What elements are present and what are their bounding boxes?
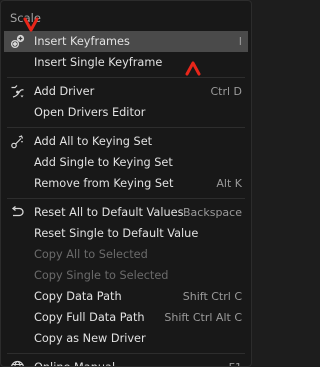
menu-item-copy-data-path[interactable]: Copy Data Path Shift Ctrl C bbox=[1, 286, 251, 307]
menu-item-insert-single-keyframe[interactable]: Insert Single Keyframe bbox=[1, 52, 251, 73]
menu-item-label: Add Single to Keying Set bbox=[34, 156, 173, 169]
driver-icon bbox=[10, 84, 25, 99]
menu-item-shortcut: Shift Ctrl Alt C bbox=[164, 311, 242, 324]
menu-separator bbox=[7, 77, 245, 78]
menu-separator bbox=[7, 353, 245, 354]
insert-keyframe-icon bbox=[10, 34, 25, 49]
red-annotation-arrow-icon bbox=[23, 17, 39, 32]
menu-item-shortcut: F1 bbox=[229, 357, 242, 366]
menu-item-shortcut: I bbox=[238, 35, 242, 48]
menu-separator bbox=[7, 127, 245, 128]
menu-item-label: Copy All to Selected bbox=[34, 248, 148, 261]
menu-item-online-manual[interactable]: Online Manual F1 bbox=[1, 357, 251, 366]
menu-item-label: Open Drivers Editor bbox=[34, 106, 146, 119]
menu-item-shortcut: Ctrl D bbox=[210, 85, 242, 98]
menu-item-label: Insert Keyframes bbox=[34, 35, 130, 48]
menu-item-add-single-to-keying-set[interactable]: Add Single to Keying Set bbox=[1, 152, 251, 173]
menu-item-label: Insert Single Keyframe bbox=[34, 56, 163, 69]
menu-item-label: Copy Data Path bbox=[34, 290, 122, 303]
menu-item-label: Reset All to Default Values bbox=[34, 206, 184, 219]
globe-icon bbox=[10, 360, 25, 366]
menu-item-add-all-to-keying-set[interactable]: Add All to Keying Set bbox=[1, 131, 251, 152]
menu-item-insert-keyframes[interactable]: Insert Keyframes I bbox=[4, 31, 248, 52]
menu-item-shortcut: Shift Ctrl C bbox=[182, 290, 242, 303]
menu-item-copy-as-new-driver[interactable]: Copy as New Driver bbox=[1, 328, 251, 349]
menu-item-remove-from-keying-set[interactable]: Remove from Keying Set Alt K bbox=[1, 173, 251, 194]
keying-set-icon bbox=[10, 134, 25, 149]
menu-item-reset-all-to-default[interactable]: Reset All to Default Values Backspace bbox=[1, 202, 251, 223]
menu-item-copy-single-to-selected: Copy Single to Selected bbox=[1, 265, 251, 286]
menu-item-label: Reset Single to Default Value bbox=[34, 227, 199, 240]
menu-item-label: Copy as New Driver bbox=[34, 332, 146, 345]
menu-item-add-driver[interactable]: Add Driver Ctrl D bbox=[1, 81, 251, 102]
menu-item-label: Copy Single to Selected bbox=[34, 269, 169, 282]
reset-icon bbox=[10, 205, 25, 220]
menu-item-shortcut: Alt K bbox=[216, 177, 242, 190]
menu-item-label: Add All to Keying Set bbox=[34, 135, 153, 148]
menu-item-label: Online Manual bbox=[34, 357, 115, 366]
menu-item-reset-single-to-default[interactable]: Reset Single to Default Value bbox=[1, 223, 251, 244]
menu-item-label: Remove from Keying Set bbox=[34, 177, 174, 190]
red-annotation-arrow-icon bbox=[185, 61, 201, 76]
menu-item-open-drivers-editor[interactable]: Open Drivers Editor bbox=[1, 102, 251, 123]
menu-separator bbox=[7, 198, 245, 199]
menu-item-copy-all-to-selected: Copy All to Selected bbox=[1, 244, 251, 265]
menu-item-shortcut: Backspace bbox=[183, 206, 242, 219]
context-menu: Scale Insert Keyframes I Insert Single K… bbox=[0, 0, 252, 367]
menu-item-copy-full-data-path[interactable]: Copy Full Data Path Shift Ctrl Alt C bbox=[1, 307, 251, 328]
menu-item-label: Copy Full Data Path bbox=[34, 311, 145, 324]
menu-item-label: Add Driver bbox=[34, 85, 95, 98]
